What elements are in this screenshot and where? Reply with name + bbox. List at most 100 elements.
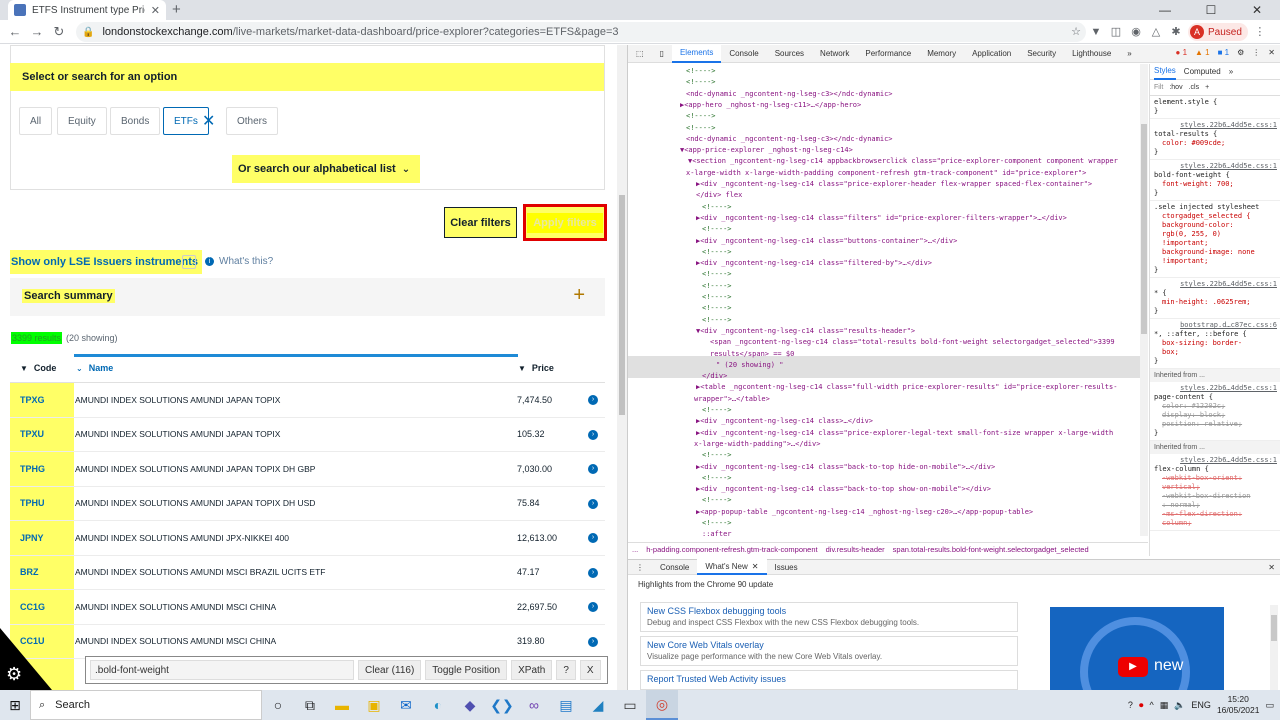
- page-scrollbar[interactable]: [617, 45, 627, 690]
- dom-node-line[interactable]: <!---->: [686, 123, 716, 133]
- instrument-code[interactable]: JPNY: [10, 521, 74, 555]
- rule-source-link[interactable]: styles.22b6…4dd5e.css:1: [1154, 384, 1277, 393]
- selector-query-field[interactable]: .bold-font-weight: [90, 660, 354, 680]
- store-icon[interactable]: ▣: [358, 690, 390, 720]
- whats-new-card[interactable]: New Core Web Vitals overlay Visualize pa…: [640, 636, 1018, 666]
- tab-security[interactable]: Security: [1019, 45, 1064, 63]
- rule-source-link[interactable]: styles.22b6…4dd5e.css:1: [1154, 280, 1277, 289]
- profile-button[interactable]: A Paused: [1188, 23, 1248, 41]
- dom-node-line[interactable]: <!---->: [702, 269, 732, 279]
- gear-icon[interactable]: ⚙: [6, 664, 22, 685]
- close-icon[interactable]: ✕: [752, 562, 759, 571]
- tray-overflow-icon[interactable]: ^: [1149, 700, 1153, 710]
- instrument-name[interactable]: AMUNDI INDEX SOLUTIONS AMUNDI MSCI CHINA: [75, 625, 276, 659]
- dom-scrollbar[interactable]: [1140, 64, 1148, 536]
- chevron-right-icon[interactable]: ›: [588, 498, 598, 509]
- youtube-play-icon[interactable]: ▶: [1118, 657, 1148, 677]
- hov-toggle[interactable]: :hov: [1169, 84, 1182, 91]
- dom-node-line[interactable]: <!---->: [702, 281, 732, 291]
- style-rule[interactable]: styles.22b6…4dd5e.css:1 bold-font-weight …: [1150, 160, 1280, 201]
- taskbar-search[interactable]: ⌕ Search: [30, 690, 262, 720]
- dom-node-line[interactable]: ▶<div _ngcontent-ng-lseg-c14 class="back…: [696, 462, 995, 472]
- clock[interactable]: 15:20 16/05/2021: [1217, 694, 1260, 716]
- tab-application[interactable]: Application: [964, 45, 1019, 63]
- rule-source-link[interactable]: styles.22b6…4dd5e.css:1: [1154, 162, 1277, 171]
- whats-new-title[interactable]: New CSS Flexbox debugging tools: [647, 606, 1011, 616]
- terminal-icon[interactable]: ▭: [614, 690, 646, 720]
- style-rule[interactable]: .sele injected stylesheet ctorgadget_sele…: [1150, 201, 1280, 278]
- instrument-name[interactable]: AMUNDI INDEX SOLUTIONS AMUNDI JAPAN TOPI…: [75, 452, 315, 486]
- whats-new-card[interactable]: New CSS Flexbox debugging tools Debug an…: [640, 602, 1018, 632]
- dom-node-line[interactable]: </div> flex: [696, 190, 742, 200]
- sort-code-header[interactable]: ▼ Code: [20, 363, 56, 373]
- dom-node-line[interactable]: <!---->: [702, 292, 732, 302]
- dom-node-line[interactable]: ▶<div _ngcontent-ng-lseg-c14 class>…</di…: [696, 416, 873, 426]
- instrument-code[interactable]: TPXG: [10, 383, 74, 417]
- minimize-icon[interactable]: —: [1142, 0, 1188, 20]
- lse-issuers-toggle-label[interactable]: Show only LSE Issuers instruments: [10, 250, 203, 274]
- sg-toggle-position-button[interactable]: Toggle Position: [425, 660, 508, 680]
- table-row[interactable]: BRZ AMUNDI INDEX SOLUTIONS AMUNDI MSCI B…: [10, 555, 605, 590]
- dom-node-line[interactable]: ▼<div _ngcontent-ng-lseg-c14 class="resu…: [696, 326, 915, 336]
- dom-node-line[interactable]: ▶<div _ngcontent-ng-lseg-c14 class="butt…: [696, 236, 957, 246]
- style-rule[interactable]: element.style {}: [1150, 96, 1280, 119]
- record-icon[interactable]: ⏺: [1139, 700, 1144, 711]
- dom-node-line[interactable]: <ndc-dynamic _ngcontent-ng-lseg-c3></ndc…: [686, 89, 893, 99]
- clear-filters-button[interactable]: Clear filters: [444, 207, 517, 238]
- vscode-icon[interactable]: ❮❯: [486, 690, 518, 720]
- dom-node-line[interactable]: <!---->: [702, 303, 732, 313]
- forward-icon[interactable]: →: [26, 24, 48, 39]
- dom-node-line[interactable]: <!---->: [702, 473, 732, 483]
- extension-filter-icon[interactable]: ▼: [1088, 24, 1104, 40]
- dom-node-line[interactable]: <!---->: [686, 111, 716, 121]
- cls-toggle[interactable]: .cls: [1189, 84, 1200, 91]
- add-rule-icon[interactable]: +: [1205, 84, 1209, 91]
- file-explorer-icon[interactable]: ▬: [326, 690, 358, 720]
- dom-node-line[interactable]: x-large-width x-large-width-padding comp…: [686, 168, 1086, 178]
- close-window-icon[interactable]: ✕: [1234, 0, 1280, 20]
- sg-xpath-button[interactable]: XPath: [511, 660, 553, 680]
- warning-count[interactable]: ▲ 1: [1195, 48, 1210, 57]
- info-count[interactable]: ■ 1: [1218, 48, 1230, 57]
- table-row[interactable]: TPXU AMUNDI INDEX SOLUTIONS AMUNDI JAPAN…: [10, 417, 605, 452]
- dom-node-line[interactable]: ▶<div _ngcontent-ng-lseg-c14 class="back…: [696, 484, 991, 494]
- instrument-name[interactable]: AMUNDI INDEX SOLUTIONS AMUNDI MSCI BRAZI…: [75, 556, 325, 590]
- style-rule[interactable]: bootstrap.d…c87ec.css:6 *, ::after, ::bef…: [1150, 319, 1280, 369]
- error-count[interactable]: ● 1: [1176, 48, 1188, 57]
- lse-issuers-toggle[interactable]: [182, 255, 196, 269]
- category-all-button[interactable]: All: [19, 107, 53, 135]
- dom-node-line[interactable]: <!---->: [702, 450, 732, 460]
- table-row[interactable]: JPNY AMUNDI INDEX SOLUTIONS AMUNDI JPX-N…: [10, 521, 605, 556]
- dom-node-line[interactable]: <span _ngcontent-ng-lseg-c14 class="tota…: [710, 337, 1115, 347]
- dom-node-line[interactable]: <!---->: [702, 405, 732, 415]
- more-tabs-icon[interactable]: »: [1119, 45, 1139, 63]
- instrument-code[interactable]: TPHG: [10, 452, 74, 486]
- dom-node-line[interactable]: " (20 showing) ": [716, 360, 783, 370]
- chevron-right-icon[interactable]: ›: [588, 429, 598, 440]
- dom-node-line[interactable]: <!---->: [702, 224, 732, 234]
- dom-node-line[interactable]: wrapper">…</table>: [694, 394, 770, 404]
- styles-filter-input[interactable]: Filt: [1154, 84, 1163, 91]
- dom-node-line[interactable]: <!---->: [702, 247, 732, 257]
- sg-clear-button[interactable]: Clear (116): [358, 660, 422, 680]
- extension-drive-icon[interactable]: △: [1148, 24, 1164, 40]
- table-row[interactable]: TPHG AMUNDI INDEX SOLUTIONS AMUNDI JAPAN…: [10, 452, 605, 487]
- close-devtools-icon[interactable]: ✕: [1268, 48, 1275, 57]
- instrument-code[interactable]: TPXU: [10, 417, 74, 451]
- rule-source-link[interactable]: styles.22b6…4dd5e.css:1: [1154, 121, 1277, 130]
- alphabetical-list-toggle[interactable]: Or search our alphabetical list ⌄: [232, 155, 421, 183]
- tab-sources[interactable]: Sources: [767, 45, 812, 63]
- help-icon[interactable]: ?: [1128, 700, 1133, 710]
- dom-node-line[interactable]: ▶<app-popup-table _ngcontent-ng-lseg-c14…: [696, 507, 1033, 517]
- breadcrumb-item[interactable]: h-padding.component-refresh.gtm-track-co…: [646, 545, 817, 554]
- dom-node-line[interactable]: <!---->: [702, 518, 732, 528]
- instrument-name[interactable]: AMUNDI INDEX SOLUTIONS AMUNDI JAPAN TOPI…: [75, 383, 280, 417]
- category-bonds-button[interactable]: Bonds: [110, 107, 161, 135]
- mail-icon[interactable]: ✉: [390, 690, 422, 720]
- table-row[interactable]: CC1G AMUNDI INDEX SOLUTIONS AMUNDI MSCI …: [10, 590, 605, 625]
- notifications-icon[interactable]: ▭: [1265, 700, 1274, 711]
- tab-elements[interactable]: Elements: [671, 44, 722, 63]
- chrome-icon[interactable]: ◎: [646, 690, 678, 720]
- keyboard-language[interactable]: ENG: [1191, 700, 1211, 710]
- table-row[interactable]: CC1U AMUNDI INDEX SOLUTIONS AMUNDI MSCI …: [10, 624, 605, 659]
